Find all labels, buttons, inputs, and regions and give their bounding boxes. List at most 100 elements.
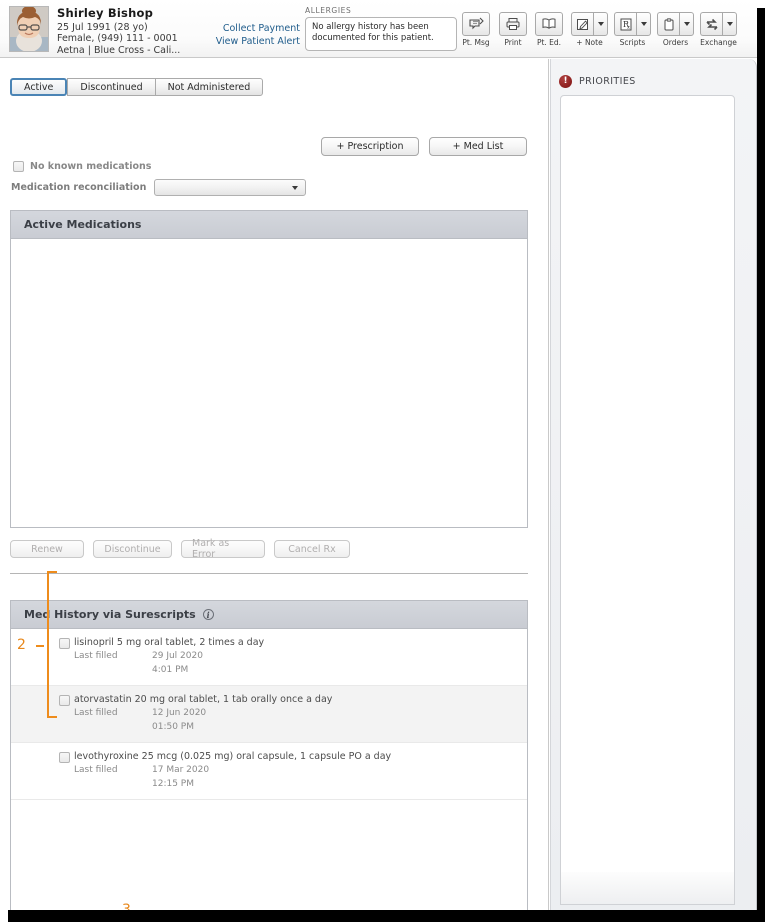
add-prescription-button[interactable]: + Prescription (321, 137, 419, 156)
svg-text:x: x (627, 24, 630, 30)
annotation-bracket-2 (47, 571, 57, 718)
last-filled-date: 17 Mar 2020 (152, 765, 210, 775)
note-pencil-icon[interactable] (571, 12, 593, 36)
chevron-down-icon (292, 185, 299, 190)
allergies-section: ALLERGIES No allergy history has been do… (305, 6, 457, 51)
allergies-text[interactable]: No allergy history has been documented f… (305, 17, 457, 51)
annotation-leader-2 (36, 645, 44, 647)
med-history-row-time-line: 4:01 PM (74, 663, 527, 677)
tab-discontinued[interactable]: Discontinued (67, 78, 155, 96)
tab-not-administered[interactable]: Not Administered (154, 78, 264, 96)
no-known-medications-label: No known medications (30, 161, 152, 172)
med-history-row-lastfilled: Last filled 17 Mar 2020 (74, 763, 527, 777)
chevron-down-icon (683, 22, 690, 26)
toolbar-label-pt-ed: Pt. Ed. (536, 38, 562, 47)
med-history-row-time-line: 12:15 PM (74, 777, 527, 791)
chevron-down-icon (726, 22, 733, 26)
tab-active[interactable]: Active (10, 78, 68, 96)
exchange-arrows-icon[interactable] (700, 12, 722, 36)
med-history-panel: Med History via Surescripts i lisinopril… (10, 600, 528, 922)
patient-header: Shirley Bishop 25 Jul 1991 (28 yo) Femal… (0, 0, 757, 58)
cancel-rx-button[interactable]: Cancel Rx (274, 540, 350, 558)
priorities-sidebar: ! PRIORITIES (550, 59, 757, 910)
renew-button[interactable]: Renew (10, 540, 84, 558)
med-history-row-title: lisinopril 5 mg oral tablet, 2 times a d… (74, 637, 265, 648)
avatar (9, 6, 49, 52)
priorities-footer (560, 872, 735, 905)
toolbar-label-exchange: Exchange (700, 38, 737, 47)
medication-reconciliation-row: Medication reconciliation (11, 179, 307, 196)
last-filled-label: Last filled (74, 708, 118, 718)
add-med-list-button[interactable]: + Med List (429, 137, 527, 156)
section-divider (10, 573, 528, 574)
toolbar-item-print: Print (499, 12, 527, 47)
med-history-row-time-line: 01:50 PM (74, 720, 527, 734)
toolbar-item-orders: Orders (657, 12, 694, 47)
toolbar-label-print: Print (504, 38, 522, 47)
medication-reconciliation-select[interactable] (154, 179, 307, 196)
toolbar-label-scripts: Scripts (619, 38, 646, 47)
med-history-list: lisinopril 5 mg oral tablet, 2 times a d… (11, 629, 527, 922)
toolbar-label-pt-msg: Pt. Msg (462, 38, 490, 47)
mark-as-error-button[interactable]: Mark as Error (181, 538, 265, 560)
active-medications-list (11, 239, 527, 527)
toolbar-item-exchange: Exchange (700, 12, 737, 47)
med-history-row-checkbox[interactable] (59, 638, 70, 649)
med-history-row[interactable]: lisinopril 5 mg oral tablet, 2 times a d… (11, 629, 527, 686)
orders-dropdown-arrow[interactable] (679, 12, 694, 36)
annotation-marker-2: 2 (17, 637, 26, 653)
no-known-medications-checkbox[interactable] (13, 161, 24, 172)
med-history-row-checkbox[interactable] (59, 752, 70, 763)
no-known-medications-row: No known medications (13, 161, 151, 172)
medication-status-tabs: Active Discontinued Not Administered (10, 78, 264, 96)
collect-payment-link[interactable]: Collect Payment (160, 23, 300, 36)
med-history-header: Med History via Surescripts i (11, 601, 527, 629)
med-history-row[interactable]: levothyroxine 25 mcg (0.025 mg) oral cap… (11, 743, 527, 800)
active-medications-title: Active Medications (11, 211, 527, 239)
add-note-dropdown-arrow[interactable] (593, 12, 608, 36)
scripts-dropdown-arrow[interactable] (636, 12, 651, 36)
active-medications-panel: Active Medications (10, 210, 528, 528)
toolbar-item-pt-ed: Pt. Ed. (535, 12, 563, 47)
chevron-down-icon (597, 22, 604, 26)
med-history-row-checkbox[interactable] (59, 695, 70, 706)
info-icon[interactable]: i (202, 609, 214, 620)
last-filled-time: 4:01 PM (152, 665, 189, 675)
med-history-row-title: levothyroxine 25 mcg (0.025 mg) oral cap… (74, 751, 392, 762)
rx-icon[interactable]: R x (614, 12, 636, 36)
book-icon[interactable] (535, 12, 563, 36)
message-icon[interactable] (462, 12, 490, 36)
med-history-row-lastfilled: Last filled 29 Jul 2020 (74, 649, 527, 663)
patient-header-links: Collect Payment View Patient Alert (160, 23, 300, 48)
priorities-title: PRIORITIES (579, 76, 636, 87)
window-shadow-bottom (8, 910, 765, 922)
toolbar-label-add-note: + Note (576, 38, 603, 47)
view-patient-alert-link[interactable]: View Patient Alert (160, 36, 300, 49)
window-corner (757, 0, 765, 8)
last-filled-time: 12:15 PM (152, 779, 194, 789)
last-filled-date: 29 Jul 2020 (152, 651, 203, 661)
chevron-down-icon (640, 22, 647, 26)
last-filled-label: Last filled (74, 651, 118, 661)
medication-action-buttons: Renew Discontinue Mark as Error Cancel R… (10, 538, 350, 560)
last-filled-date: 12 Jun 2020 (152, 708, 207, 718)
priorities-list[interactable] (560, 95, 735, 905)
med-history-row-title: atorvastatin 20 mg oral tablet, 1 tab or… (74, 694, 333, 705)
application-window: Shirley Bishop 25 Jul 1991 (28 yo) Femal… (0, 0, 765, 922)
discontinue-button[interactable]: Discontinue (93, 540, 172, 558)
printer-icon[interactable] (499, 12, 527, 36)
exchange-dropdown-arrow[interactable] (722, 12, 737, 36)
med-history-row[interactable]: atorvastatin 20 mg oral tablet, 1 tab or… (11, 686, 527, 743)
toolbar-item-pt-msg: Pt. Msg (462, 12, 490, 47)
alert-exclamation-icon: ! (559, 75, 572, 88)
medications-main-pane: Active Discontinued Not Administered No … (0, 59, 549, 922)
medication-reconciliation-label: Medication reconciliation (11, 182, 147, 193)
toolbar-item-add-note: + Note (571, 12, 608, 47)
last-filled-time: 01:50 PM (152, 722, 194, 732)
allergies-label: ALLERGIES (305, 6, 352, 15)
clipboard-icon[interactable] (657, 12, 679, 36)
window-shadow-right (757, 8, 765, 914)
med-history-row-lastfilled: Last filled 12 Jun 2020 (74, 706, 527, 720)
